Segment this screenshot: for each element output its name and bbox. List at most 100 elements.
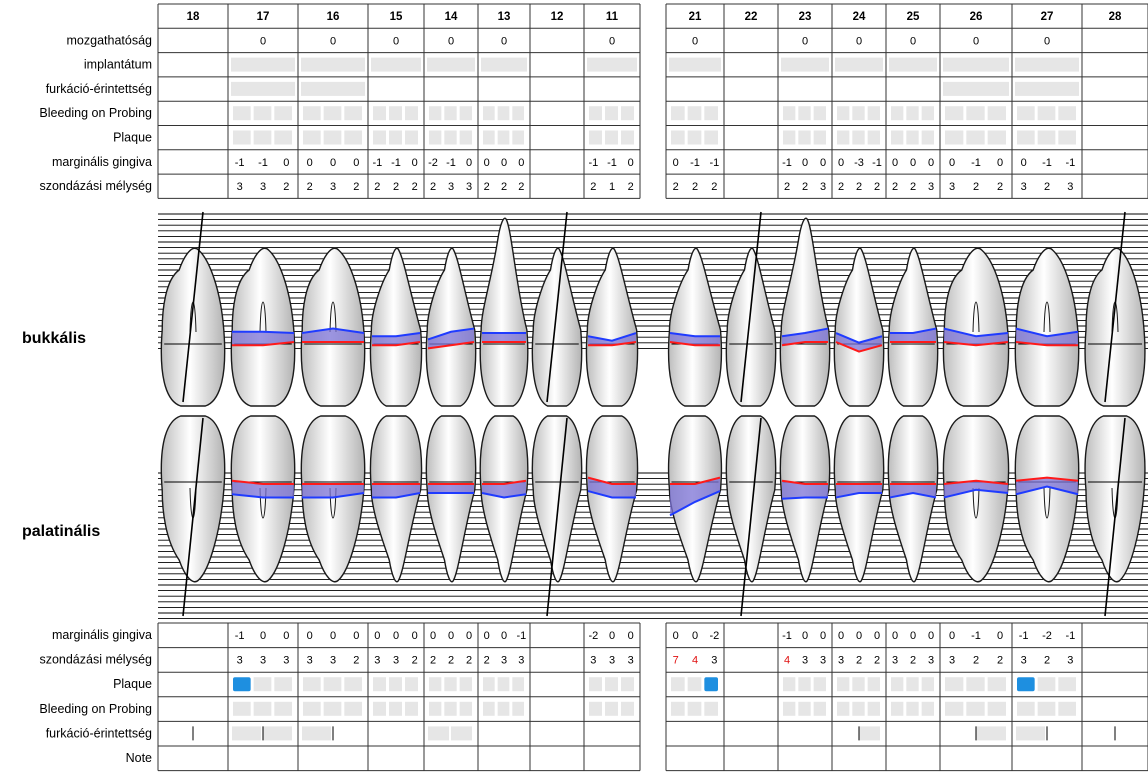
lower-bop-11-1[interactable]	[605, 701, 618, 716]
upper-plaque-23-0[interactable]	[783, 130, 796, 145]
upper-plaque-14-1[interactable]	[444, 130, 457, 145]
upper-plaque-15-0[interactable]	[373, 130, 386, 145]
upper-plaque-16-1[interactable]	[323, 130, 342, 145]
upper-bop-16-2[interactable]	[344, 106, 362, 121]
lower-plaque-11-1[interactable]	[605, 677, 618, 692]
upper-bop-15-1[interactable]	[389, 106, 402, 121]
implant-box-11[interactable]	[587, 57, 637, 72]
upper-plaque-17-2[interactable]	[274, 130, 292, 145]
implant-box-27[interactable]	[1015, 57, 1079, 72]
upper-plaque-21-1[interactable]	[687, 130, 702, 145]
lower-bop-14-0[interactable]	[429, 701, 442, 716]
implant-box-24[interactable]	[835, 57, 883, 72]
lower-plaque-23-0[interactable]	[783, 677, 796, 692]
upper-bop-17-1[interactable]	[253, 106, 272, 121]
upper-plaque-17-1[interactable]	[253, 130, 272, 145]
upper-bop-16-1[interactable]	[323, 106, 342, 121]
upper-bop-16-0[interactable]	[303, 106, 321, 121]
lower-bop-15-1[interactable]	[389, 701, 402, 716]
lower-bop-24-1[interactable]	[852, 701, 865, 716]
lower-bop-25-0[interactable]	[891, 701, 904, 716]
upper-bop-27-0[interactable]	[1017, 106, 1035, 121]
implant-box-23[interactable]	[781, 57, 829, 72]
lower-bop-21-2[interactable]	[704, 701, 718, 716]
upper-plaque-25-0[interactable]	[891, 130, 904, 145]
lower-bop-24-2[interactable]	[867, 701, 880, 716]
upper-bop-26-0[interactable]	[945, 106, 964, 121]
upper-plaque-24-2[interactable]	[867, 130, 880, 145]
upper-plaque-17-0[interactable]	[233, 130, 251, 145]
upper-bop-15-0[interactable]	[373, 106, 386, 121]
upper-plaque-27-0[interactable]	[1017, 130, 1035, 145]
upper-plaque-23-1[interactable]	[798, 130, 811, 145]
implant-box-13[interactable]	[481, 57, 527, 72]
lower-plaque-21-1[interactable]	[687, 677, 702, 692]
lower-bop-27-1[interactable]	[1037, 701, 1056, 716]
implant-box-14[interactable]	[427, 57, 475, 72]
lower-plaque-21-0[interactable]	[671, 677, 685, 692]
lower-plaque-16-0[interactable]	[303, 677, 321, 692]
lower-plaque-27-1[interactable]	[1037, 677, 1056, 692]
upper-bop-24-1[interactable]	[852, 106, 865, 121]
implant-box-17[interactable]	[231, 57, 295, 72]
lower-bop-11-2[interactable]	[621, 701, 634, 716]
furcation-box-17[interactable]	[231, 81, 295, 96]
upper-bop-13-0[interactable]	[483, 106, 495, 121]
lower-bop-13-0[interactable]	[483, 701, 495, 716]
lower-plaque-11-0[interactable]	[589, 677, 602, 692]
upper-bop-24-0[interactable]	[837, 106, 850, 121]
lower-furcation-box-17-1[interactable]	[263, 726, 292, 741]
lower-bop-16-1[interactable]	[323, 701, 342, 716]
lower-plaque-14-2[interactable]	[459, 677, 472, 692]
upper-bop-11-1[interactable]	[605, 106, 618, 121]
upper-bop-23-0[interactable]	[783, 106, 796, 121]
lower-plaque-21-2[interactable]	[704, 677, 718, 692]
lower-furcation-box-14-0[interactable]	[428, 726, 449, 741]
lower-plaque-24-1[interactable]	[852, 677, 865, 692]
upper-bop-15-2[interactable]	[405, 106, 418, 121]
lower-bop-11-0[interactable]	[589, 701, 602, 716]
lower-plaque-13-1[interactable]	[497, 677, 510, 692]
upper-plaque-14-2[interactable]	[459, 130, 472, 145]
upper-plaque-11-2[interactable]	[621, 130, 634, 145]
lower-plaque-15-1[interactable]	[389, 677, 402, 692]
lower-bop-25-2[interactable]	[921, 701, 934, 716]
upper-bop-13-2[interactable]	[512, 106, 524, 121]
lower-furcation-box-27-0[interactable]	[1016, 726, 1045, 741]
lower-bop-15-2[interactable]	[405, 701, 418, 716]
lower-plaque-25-2[interactable]	[921, 677, 934, 692]
lower-plaque-25-1[interactable]	[906, 677, 919, 692]
lower-bop-26-2[interactable]	[987, 701, 1006, 716]
upper-bop-27-1[interactable]	[1037, 106, 1056, 121]
upper-plaque-16-2[interactable]	[344, 130, 362, 145]
lower-bop-17-2[interactable]	[274, 701, 292, 716]
lower-bop-25-1[interactable]	[906, 701, 919, 716]
upper-bop-23-1[interactable]	[798, 106, 811, 121]
upper-plaque-25-1[interactable]	[906, 130, 919, 145]
lower-plaque-25-0[interactable]	[891, 677, 904, 692]
implant-box-16[interactable]	[301, 57, 365, 72]
upper-bop-11-0[interactable]	[589, 106, 602, 121]
lower-plaque-17-2[interactable]	[274, 677, 292, 692]
lower-bop-24-0[interactable]	[837, 701, 850, 716]
upper-bop-21-1[interactable]	[687, 106, 702, 121]
upper-bop-14-0[interactable]	[429, 106, 442, 121]
lower-plaque-16-2[interactable]	[344, 677, 362, 692]
upper-plaque-27-2[interactable]	[1058, 130, 1076, 145]
lower-bop-23-0[interactable]	[783, 701, 796, 716]
lower-plaque-23-1[interactable]	[798, 677, 811, 692]
lower-plaque-15-2[interactable]	[405, 677, 418, 692]
lower-bop-14-1[interactable]	[444, 701, 457, 716]
lower-plaque-27-2[interactable]	[1058, 677, 1076, 692]
furcation-box-27[interactable]	[1015, 81, 1079, 96]
upper-bop-25-2[interactable]	[921, 106, 934, 121]
lower-bop-21-1[interactable]	[687, 701, 702, 716]
upper-plaque-13-2[interactable]	[512, 130, 524, 145]
furcation-box-16[interactable]	[301, 81, 365, 96]
upper-plaque-15-2[interactable]	[405, 130, 418, 145]
lower-plaque-15-0[interactable]	[373, 677, 386, 692]
upper-bop-25-0[interactable]	[891, 106, 904, 121]
lower-bop-13-2[interactable]	[512, 701, 524, 716]
upper-bop-17-2[interactable]	[274, 106, 292, 121]
lower-bop-26-1[interactable]	[966, 701, 985, 716]
